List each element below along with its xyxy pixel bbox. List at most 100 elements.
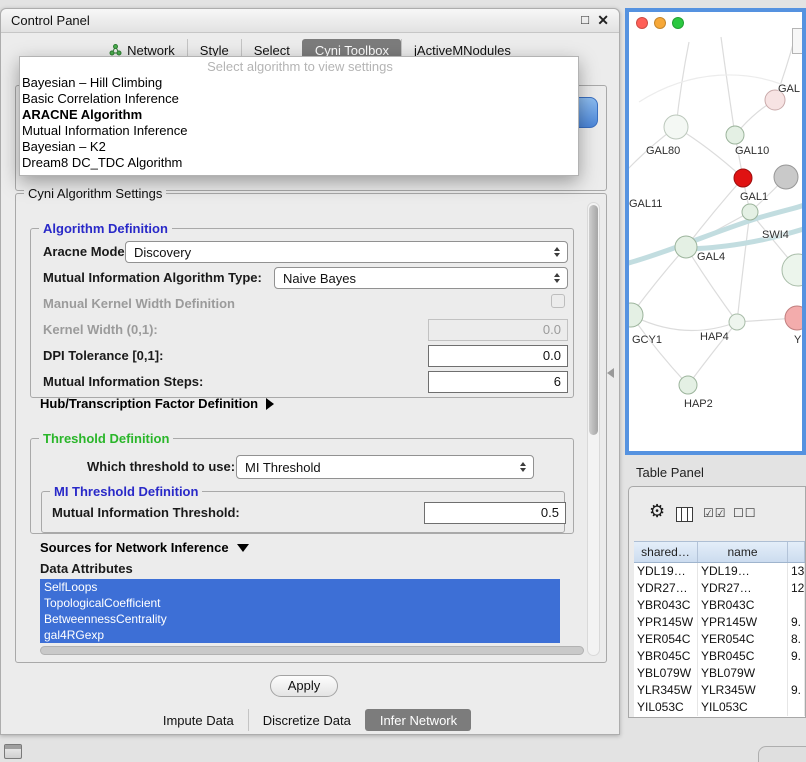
cell: 8. [788, 631, 805, 648]
table-row[interactable]: YBR043C YBR043C [634, 597, 805, 614]
table-row[interactable]: YDL19… YDL19… 13 [634, 563, 805, 580]
collapsed-arrow-icon [266, 398, 274, 410]
dropdown-item[interactable]: Bayesian – Hill Climbing [20, 75, 578, 91]
column-header[interactable]: shared… [634, 542, 698, 562]
cell: YBL079W [698, 665, 788, 682]
list-item[interactable]: BetweennessCentrality [40, 611, 560, 627]
dropdown-item[interactable]: Bayesian – K2 [20, 139, 578, 155]
bottom-right-panel-fragment [758, 746, 806, 762]
which-threshold-value: MI Threshold [245, 460, 321, 475]
table-panel-window: ⚙ ☑☑ ☐☐ shared… name YDL19… YDL19… 13 YD… [628, 486, 806, 718]
columns-icon[interactable] [676, 507, 693, 522]
algorithm-definition-title: Algorithm Definition [39, 221, 172, 236]
cell: YPR145W [698, 614, 788, 631]
panel-collapse-icon[interactable] [607, 368, 614, 378]
vertical-scrollbar[interactable] [587, 202, 600, 656]
network-node[interactable] [742, 204, 758, 220]
mi-steps-label: Mutual Information Steps: [43, 374, 203, 390]
table-row[interactable]: YDR27… YDR27… 12 [634, 580, 805, 597]
settings-group-title: Cyni Algorithm Settings [24, 186, 166, 201]
dropdown-item-selected[interactable]: ARACNE Algorithm [20, 107, 578, 123]
panel-dock-icon[interactable] [4, 744, 22, 759]
network-node[interactable] [774, 165, 798, 189]
cell: YDL19… [634, 563, 698, 580]
network-node[interactable] [782, 254, 802, 286]
network-node[interactable] [664, 115, 688, 139]
gear-icon[interactable]: ⚙ [649, 502, 665, 520]
network-node[interactable] [729, 314, 745, 330]
cell: YIL053C [634, 699, 698, 716]
dropdown-item[interactable]: Mutual Information Inference [20, 123, 578, 139]
table-panel-title: Table Panel [636, 465, 704, 480]
horizontal-scrollbar[interactable] [40, 646, 584, 655]
apply-button[interactable]: Apply [270, 675, 338, 697]
green-traffic-light-icon[interactable] [672, 17, 684, 29]
cell: YLR345W [634, 682, 698, 699]
network-node[interactable] [675, 236, 697, 258]
network-node[interactable] [629, 303, 643, 327]
table-row[interactable]: YER054C YER054C 8. [634, 631, 805, 648]
network-node[interactable] [679, 376, 697, 394]
list-item[interactable]: SelfLoops [40, 579, 560, 595]
control-panel-window: Control Panel □ ✕ Network Style Select C… [0, 8, 620, 735]
column-header[interactable] [788, 542, 805, 562]
mi-algorithm-type-select[interactable]: Naive Bayes [274, 267, 568, 289]
hub-definition-toggle[interactable]: Hub/Transcription Factor Definition [40, 396, 274, 411]
cell: 12 [788, 580, 805, 597]
cell: YLR345W [698, 682, 788, 699]
cell: YIL053C [698, 699, 788, 716]
tab-label: Infer Network [380, 713, 457, 728]
yellow-traffic-light-icon[interactable] [654, 17, 666, 29]
mi-threshold-definition-group: MI Threshold Definition Mutual Informati… [41, 491, 565, 533]
table-row[interactable]: YPR145W YPR145W 9. [634, 614, 805, 631]
aracne-mode-select[interactable]: Discovery [125, 241, 568, 263]
kernel-width-field: 0.0 [428, 319, 568, 341]
network-view-window[interactable]: GAL GAL80 GAL10 GAL11 GAL1 SWI4 GAL4 GCY… [625, 8, 806, 455]
mi-threshold-field[interactable]: 0.5 [424, 502, 566, 524]
which-threshold-select[interactable]: MI Threshold [236, 455, 534, 479]
tab-impute-data[interactable]: Impute Data [149, 709, 248, 731]
network-node[interactable] [785, 306, 802, 330]
hub-definition-label: Hub/Transcription Factor Definition [40, 396, 258, 411]
mi-type-value: Naive Bayes [283, 271, 356, 286]
updown-arrows-icon [520, 462, 526, 472]
dropdown-placeholder: Select algorithm to view settings [20, 59, 578, 75]
dpi-tolerance-field[interactable]: 0.0 [428, 345, 568, 367]
tab-label: Impute Data [163, 713, 234, 728]
manual-kernel-checkbox [551, 294, 565, 308]
table-row[interactable]: YIL053C YIL053C [634, 699, 805, 716]
scrollbar-thumb[interactable] [589, 205, 598, 435]
cell: YBL079W [634, 665, 698, 682]
list-item[interactable]: gal4RGexp [40, 627, 560, 643]
dropdown-item[interactable]: Basic Correlation Inference [20, 91, 578, 107]
control-panel-titlebar[interactable]: Control Panel □ ✕ [1, 9, 619, 33]
unchecked-boxes-icon[interactable]: ☐☐ [733, 506, 757, 520]
expanded-arrow-icon [237, 544, 249, 552]
table-row[interactable]: YBR045C YBR045C 9. [634, 648, 805, 665]
cell: YPR145W [634, 614, 698, 631]
float-window-icon[interactable]: □ [581, 12, 589, 27]
network-scrollbar[interactable] [792, 28, 806, 54]
mi-steps-field[interactable]: 6 [428, 371, 568, 393]
column-header[interactable]: name [698, 542, 788, 562]
cell: YBR043C [698, 597, 788, 614]
cell: 9. [788, 614, 805, 631]
cell: YDR27… [698, 580, 788, 597]
checked-boxes-icon[interactable]: ☑☑ [703, 506, 727, 520]
table-row[interactable]: YLR345W YLR345W 9. [634, 682, 805, 699]
sources-toggle[interactable]: Sources for Network Inference [40, 540, 249, 555]
tab-label: Discretize Data [263, 713, 351, 728]
mi-threshold-label: Mutual Information Threshold: [52, 505, 240, 521]
list-item[interactable]: TopologicalCoefficient [40, 595, 560, 611]
network-node[interactable] [726, 126, 744, 144]
cell: 9. [788, 648, 805, 665]
red-traffic-light-icon[interactable] [636, 17, 648, 29]
data-attributes-list: SelfLoops TopologicalCoefficient Between… [40, 579, 560, 643]
tab-discretize-data[interactable]: Discretize Data [248, 709, 365, 731]
close-icon[interactable]: ✕ [597, 12, 609, 29]
table-row[interactable]: YBL079W YBL079W [634, 665, 805, 682]
node-label: SWI4 [762, 229, 789, 241]
dropdown-item[interactable]: Dream8 DC_TDC Algorithm [20, 155, 578, 171]
tab-infer-network[interactable]: Infer Network [365, 709, 471, 731]
network-node-gal10[interactable] [734, 169, 752, 187]
